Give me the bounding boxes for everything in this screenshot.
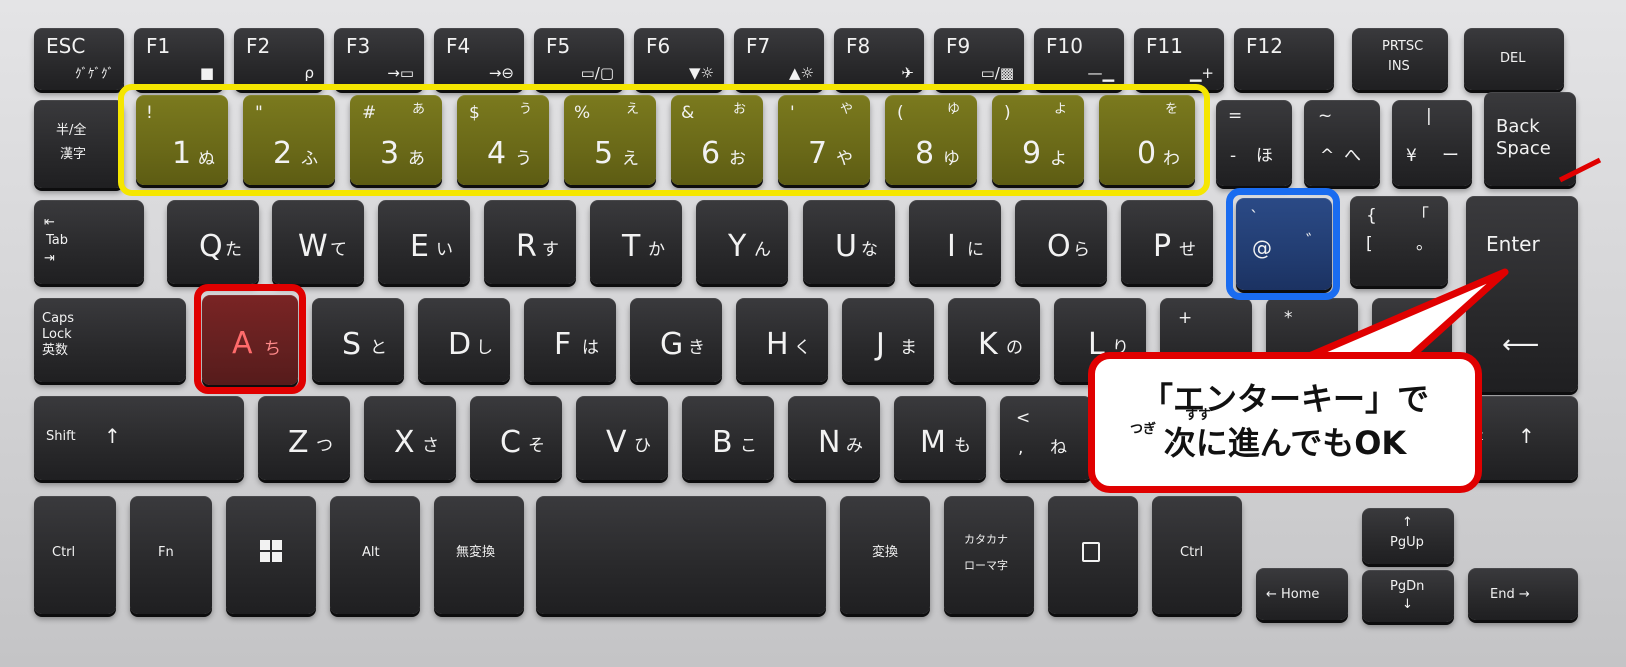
callout-ruby-tsugi: つぎ (1130, 422, 1157, 437)
callout-line-1: 「エンターキー」で (1140, 380, 1429, 418)
keyboard-photo: ESC ｸﾞｹﾞｸﾞ F1 ■ F2 ρ F3 →▭ F4 →⊖ F5 ▭/▢ … (0, 0, 1626, 667)
callout-tail-join (1300, 359, 1394, 367)
callout-ruby-susu: すす (1185, 408, 1212, 423)
callout-tail (1296, 157, 1602, 370)
